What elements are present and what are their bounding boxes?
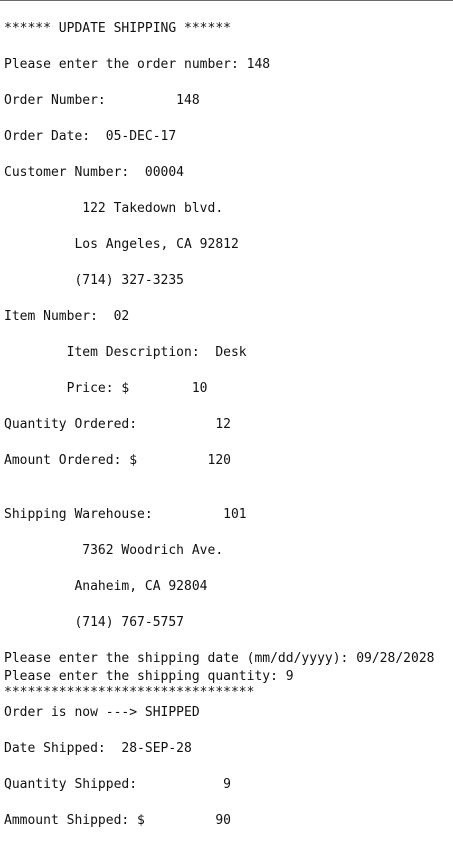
amount-shipped-line: Ammount Shipped: $ 90 bbox=[4, 813, 231, 828]
customer-number-line: Customer Number: 00004 bbox=[4, 165, 185, 180]
warehouse-city: Anaheim, CA 92804 bbox=[4, 579, 208, 594]
customer-phone: (714) 327-3235 bbox=[4, 273, 185, 288]
customer-city: Los Angeles, CA 92812 bbox=[4, 237, 239, 252]
shipping-date-prompt: Please enter the shipping date (mm/dd/yy… bbox=[4, 651, 435, 666]
item-number-line: Item Number: 02 bbox=[4, 309, 130, 324]
console-output: ****** UPDATE SHIPPING ****** Please ent… bbox=[0, 0, 453, 845]
customer-street: 122 Takedown blvd. bbox=[4, 201, 224, 216]
date-shipped-line: Date Shipped: 28-SEP-28 bbox=[4, 741, 192, 756]
amount-ordered-line: Amount Ordered: $ 120 bbox=[4, 453, 231, 468]
quantity-ordered-line: Quantity Ordered: 12 bbox=[4, 417, 231, 432]
update-shipping-header: ****** UPDATE SHIPPING ****** bbox=[4, 21, 231, 36]
shipping-quantity-prompt: Please enter the shipping quantity: 9 bbox=[4, 669, 294, 684]
order-date-line: Order Date: 05-DEC-17 bbox=[4, 129, 177, 144]
warehouse-street: 7362 Woodrich Ave. bbox=[4, 543, 224, 558]
price-line: Price: $ 10 bbox=[4, 381, 208, 396]
order-number-line: Order Number: 148 bbox=[4, 93, 200, 108]
quantity-shipped-line: Quantity Shipped: 9 bbox=[4, 777, 231, 792]
item-description-line: Item Description: Desk bbox=[4, 345, 247, 360]
order-status-line: Order is now ---> SHIPPED bbox=[4, 705, 200, 720]
order-number-prompt: Please enter the order number: 148 bbox=[4, 57, 271, 72]
warehouse-phone: (714) 767-5757 bbox=[4, 615, 185, 630]
shipping-warehouse-line: Shipping Warehouse: 101 bbox=[4, 507, 247, 522]
asterisk-separator: ******************************** bbox=[4, 685, 255, 700]
